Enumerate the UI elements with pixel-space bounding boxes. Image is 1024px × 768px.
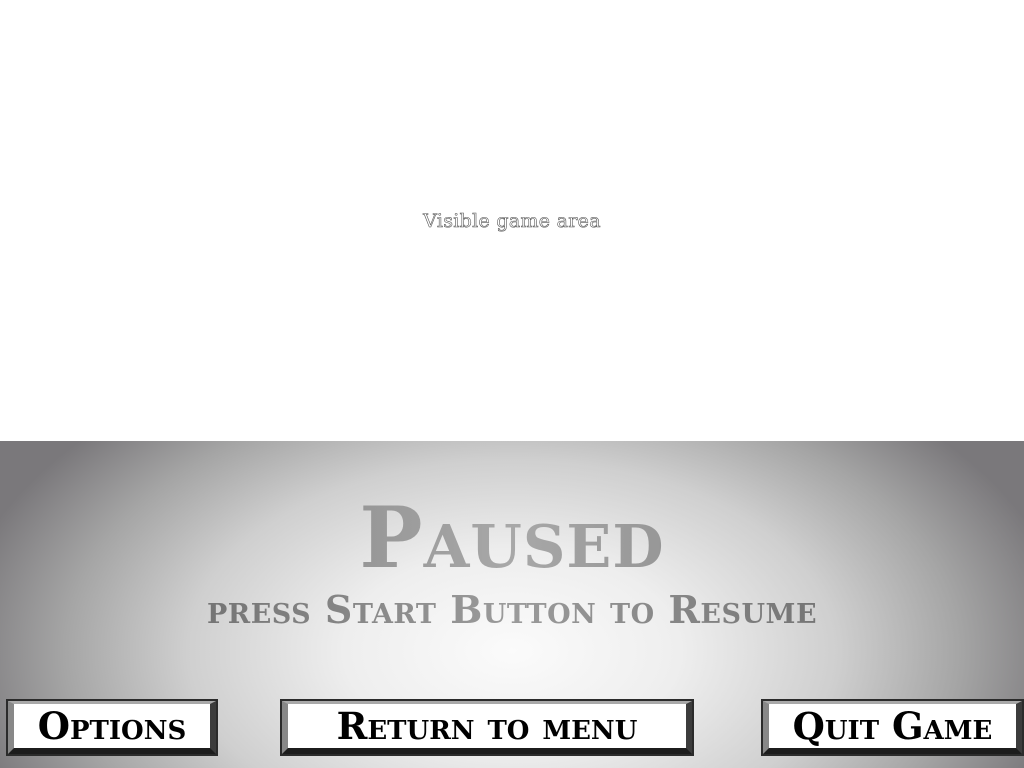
pause-title: Paused — [0, 493, 1024, 583]
game-screen: Visible game area Paused press Start But… — [0, 0, 1024, 768]
pause-menu-panel: Paused press Start Button to Resume Opti… — [0, 441, 1024, 768]
return-to-menu-button[interactable]: Return to menu — [282, 701, 692, 754]
visible-game-area: Visible game area — [0, 0, 1024, 441]
options-button[interactable]: Options — [8, 701, 216, 754]
resume-instruction: press Start Button to Resume — [0, 589, 1024, 631]
quit-game-button[interactable]: Quit Game — [763, 701, 1022, 754]
game-area-label: Visible game area — [423, 210, 601, 233]
